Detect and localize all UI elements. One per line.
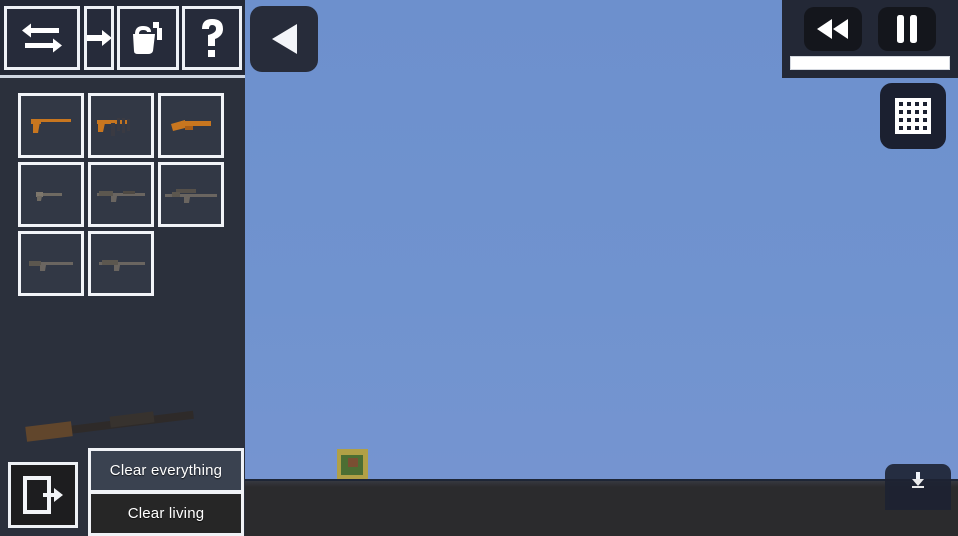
weapon-slot-shotgun[interactable] xyxy=(18,231,84,296)
clear-everything-button[interactable]: Clear everything xyxy=(91,451,241,490)
swap-arrows-icon xyxy=(19,18,65,58)
arrow-right-icon xyxy=(87,27,111,49)
weapon-slot-smg[interactable] xyxy=(88,93,154,158)
weapon-sidebar: Clear everything Clear living xyxy=(0,0,245,536)
weapon-slot-sawed-off[interactable] xyxy=(158,93,224,158)
grid-icon xyxy=(893,96,933,136)
weapon-slot-revolver[interactable] xyxy=(18,162,84,227)
preview-barrel xyxy=(42,410,194,438)
clear-buttons-panel: Clear everything Clear living xyxy=(88,448,244,536)
pistol-sprite xyxy=(26,113,76,139)
swap-button[interactable] xyxy=(4,6,80,70)
rewind-icon xyxy=(815,17,851,41)
clear-everything-label: Clear everything xyxy=(109,462,223,479)
preview-stock xyxy=(25,421,73,442)
carbine-sprite xyxy=(94,255,148,273)
weapon-slot-rifle[interactable] xyxy=(88,162,154,227)
sawed-off-sprite xyxy=(165,114,217,138)
download-button[interactable] xyxy=(885,464,951,510)
rewind-button[interactable] xyxy=(804,7,862,51)
grid-toggle-button[interactable] xyxy=(880,83,946,149)
download-arrow-icon xyxy=(910,471,926,489)
rifle-sprite xyxy=(93,186,149,204)
revolver-sprite xyxy=(30,187,72,203)
pause-button[interactable] xyxy=(878,7,936,51)
back-button[interactable] xyxy=(250,6,318,72)
shotgun-sprite xyxy=(24,255,78,273)
paint-bucket-icon xyxy=(129,18,167,58)
exit-door-icon xyxy=(21,474,65,516)
ragdoll-character[interactable] xyxy=(337,449,368,479)
paint-button[interactable] xyxy=(117,6,179,70)
playback-controls xyxy=(782,0,958,78)
next-button[interactable] xyxy=(84,6,114,70)
sniper-sprite xyxy=(162,185,220,205)
help-button[interactable] xyxy=(182,6,242,70)
character-head xyxy=(348,458,358,467)
smg-sprite xyxy=(93,112,149,140)
game-screen: Clear everything Clear living xyxy=(0,0,958,536)
question-mark-icon xyxy=(197,17,227,59)
clear-living-label: Clear living xyxy=(127,505,205,522)
clear-living-button[interactable]: Clear living xyxy=(91,494,241,533)
weapon-slot-sniper[interactable] xyxy=(158,162,224,227)
weapon-slot-carbine[interactable] xyxy=(88,231,154,296)
playback-progress-bar[interactable] xyxy=(790,56,950,70)
preview-foregrip xyxy=(109,411,155,428)
weapon-slot-pistol[interactable] xyxy=(18,93,84,158)
exit-button[interactable] xyxy=(8,462,78,528)
weapon-grid xyxy=(18,93,234,300)
triangle-left-icon xyxy=(267,21,301,57)
pause-icon xyxy=(895,14,919,44)
sidebar-toolbar xyxy=(0,0,245,78)
